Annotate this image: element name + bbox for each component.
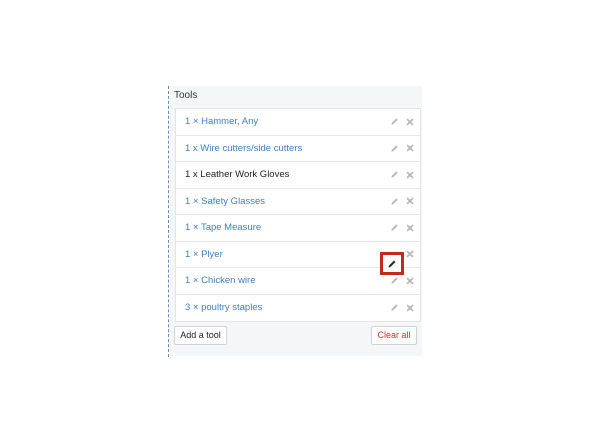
tools-editor: Tools 1 × Hammer, Any 1 x Wire cutters/s… — [0, 0, 592, 444]
row-actions — [389, 295, 415, 322]
row-actions — [389, 136, 415, 162]
tool-label[interactable]: 1 × Plyer — [185, 249, 223, 260]
tool-label[interactable]: 1 x Leather Work Gloves — [185, 169, 289, 180]
edit-button-highlighted[interactable] — [380, 252, 404, 275]
section-divider — [168, 86, 169, 357]
pencil-icon[interactable] — [387, 259, 397, 269]
close-icon[interactable] — [405, 249, 415, 259]
pencil-icon[interactable] — [389, 117, 399, 127]
close-icon[interactable] — [405, 223, 415, 233]
tool-label[interactable]: 1 × Safety Glasses — [185, 196, 265, 207]
close-icon[interactable] — [405, 170, 415, 180]
row-actions — [389, 109, 415, 135]
add-tool-button[interactable]: Add a tool — [174, 326, 227, 345]
tool-label[interactable]: 1 × Chicken wire — [185, 275, 256, 286]
pencil-icon[interactable] — [389, 170, 399, 180]
row-actions — [389, 189, 415, 215]
tool-row[interactable]: 1 × Safety Glasses — [176, 189, 420, 215]
pencil-icon[interactable] — [389, 303, 399, 313]
pencil-icon[interactable] — [389, 223, 399, 233]
tool-row[interactable]: 1 x Wire cutters/side cutters — [176, 136, 420, 162]
row-actions — [389, 215, 415, 241]
tool-row[interactable]: 1 x Leather Work Gloves — [176, 162, 420, 189]
pencil-icon[interactable] — [389, 143, 399, 153]
close-icon[interactable] — [405, 117, 415, 127]
row-actions — [389, 162, 415, 188]
pencil-icon[interactable] — [389, 276, 399, 286]
pencil-icon[interactable] — [389, 196, 399, 206]
tool-row[interactable]: 1 × Hammer, Any — [176, 109, 420, 136]
close-icon[interactable] — [405, 196, 415, 206]
panel-title: Tools — [174, 90, 198, 101]
tool-row[interactable]: 1 × Tape Measure — [176, 215, 420, 242]
tool-label[interactable]: 3 × poultry staples — [185, 302, 262, 313]
close-icon[interactable] — [405, 143, 415, 153]
tool-label[interactable]: 1 x Wire cutters/side cutters — [185, 143, 302, 154]
close-icon[interactable] — [405, 276, 415, 286]
tools-panel: Tools 1 × Hammer, Any 1 x Wire cutters/s… — [170, 86, 422, 356]
tool-row[interactable]: 3 × poultry staples — [176, 295, 420, 322]
close-icon[interactable] — [405, 303, 415, 313]
tool-list: 1 × Hammer, Any 1 x Wire cutters/side cu… — [175, 108, 421, 322]
tool-label[interactable]: 1 × Hammer, Any — [185, 116, 258, 127]
clear-all-button[interactable]: Clear all — [371, 326, 417, 345]
tool-label[interactable]: 1 × Tape Measure — [185, 222, 261, 233]
